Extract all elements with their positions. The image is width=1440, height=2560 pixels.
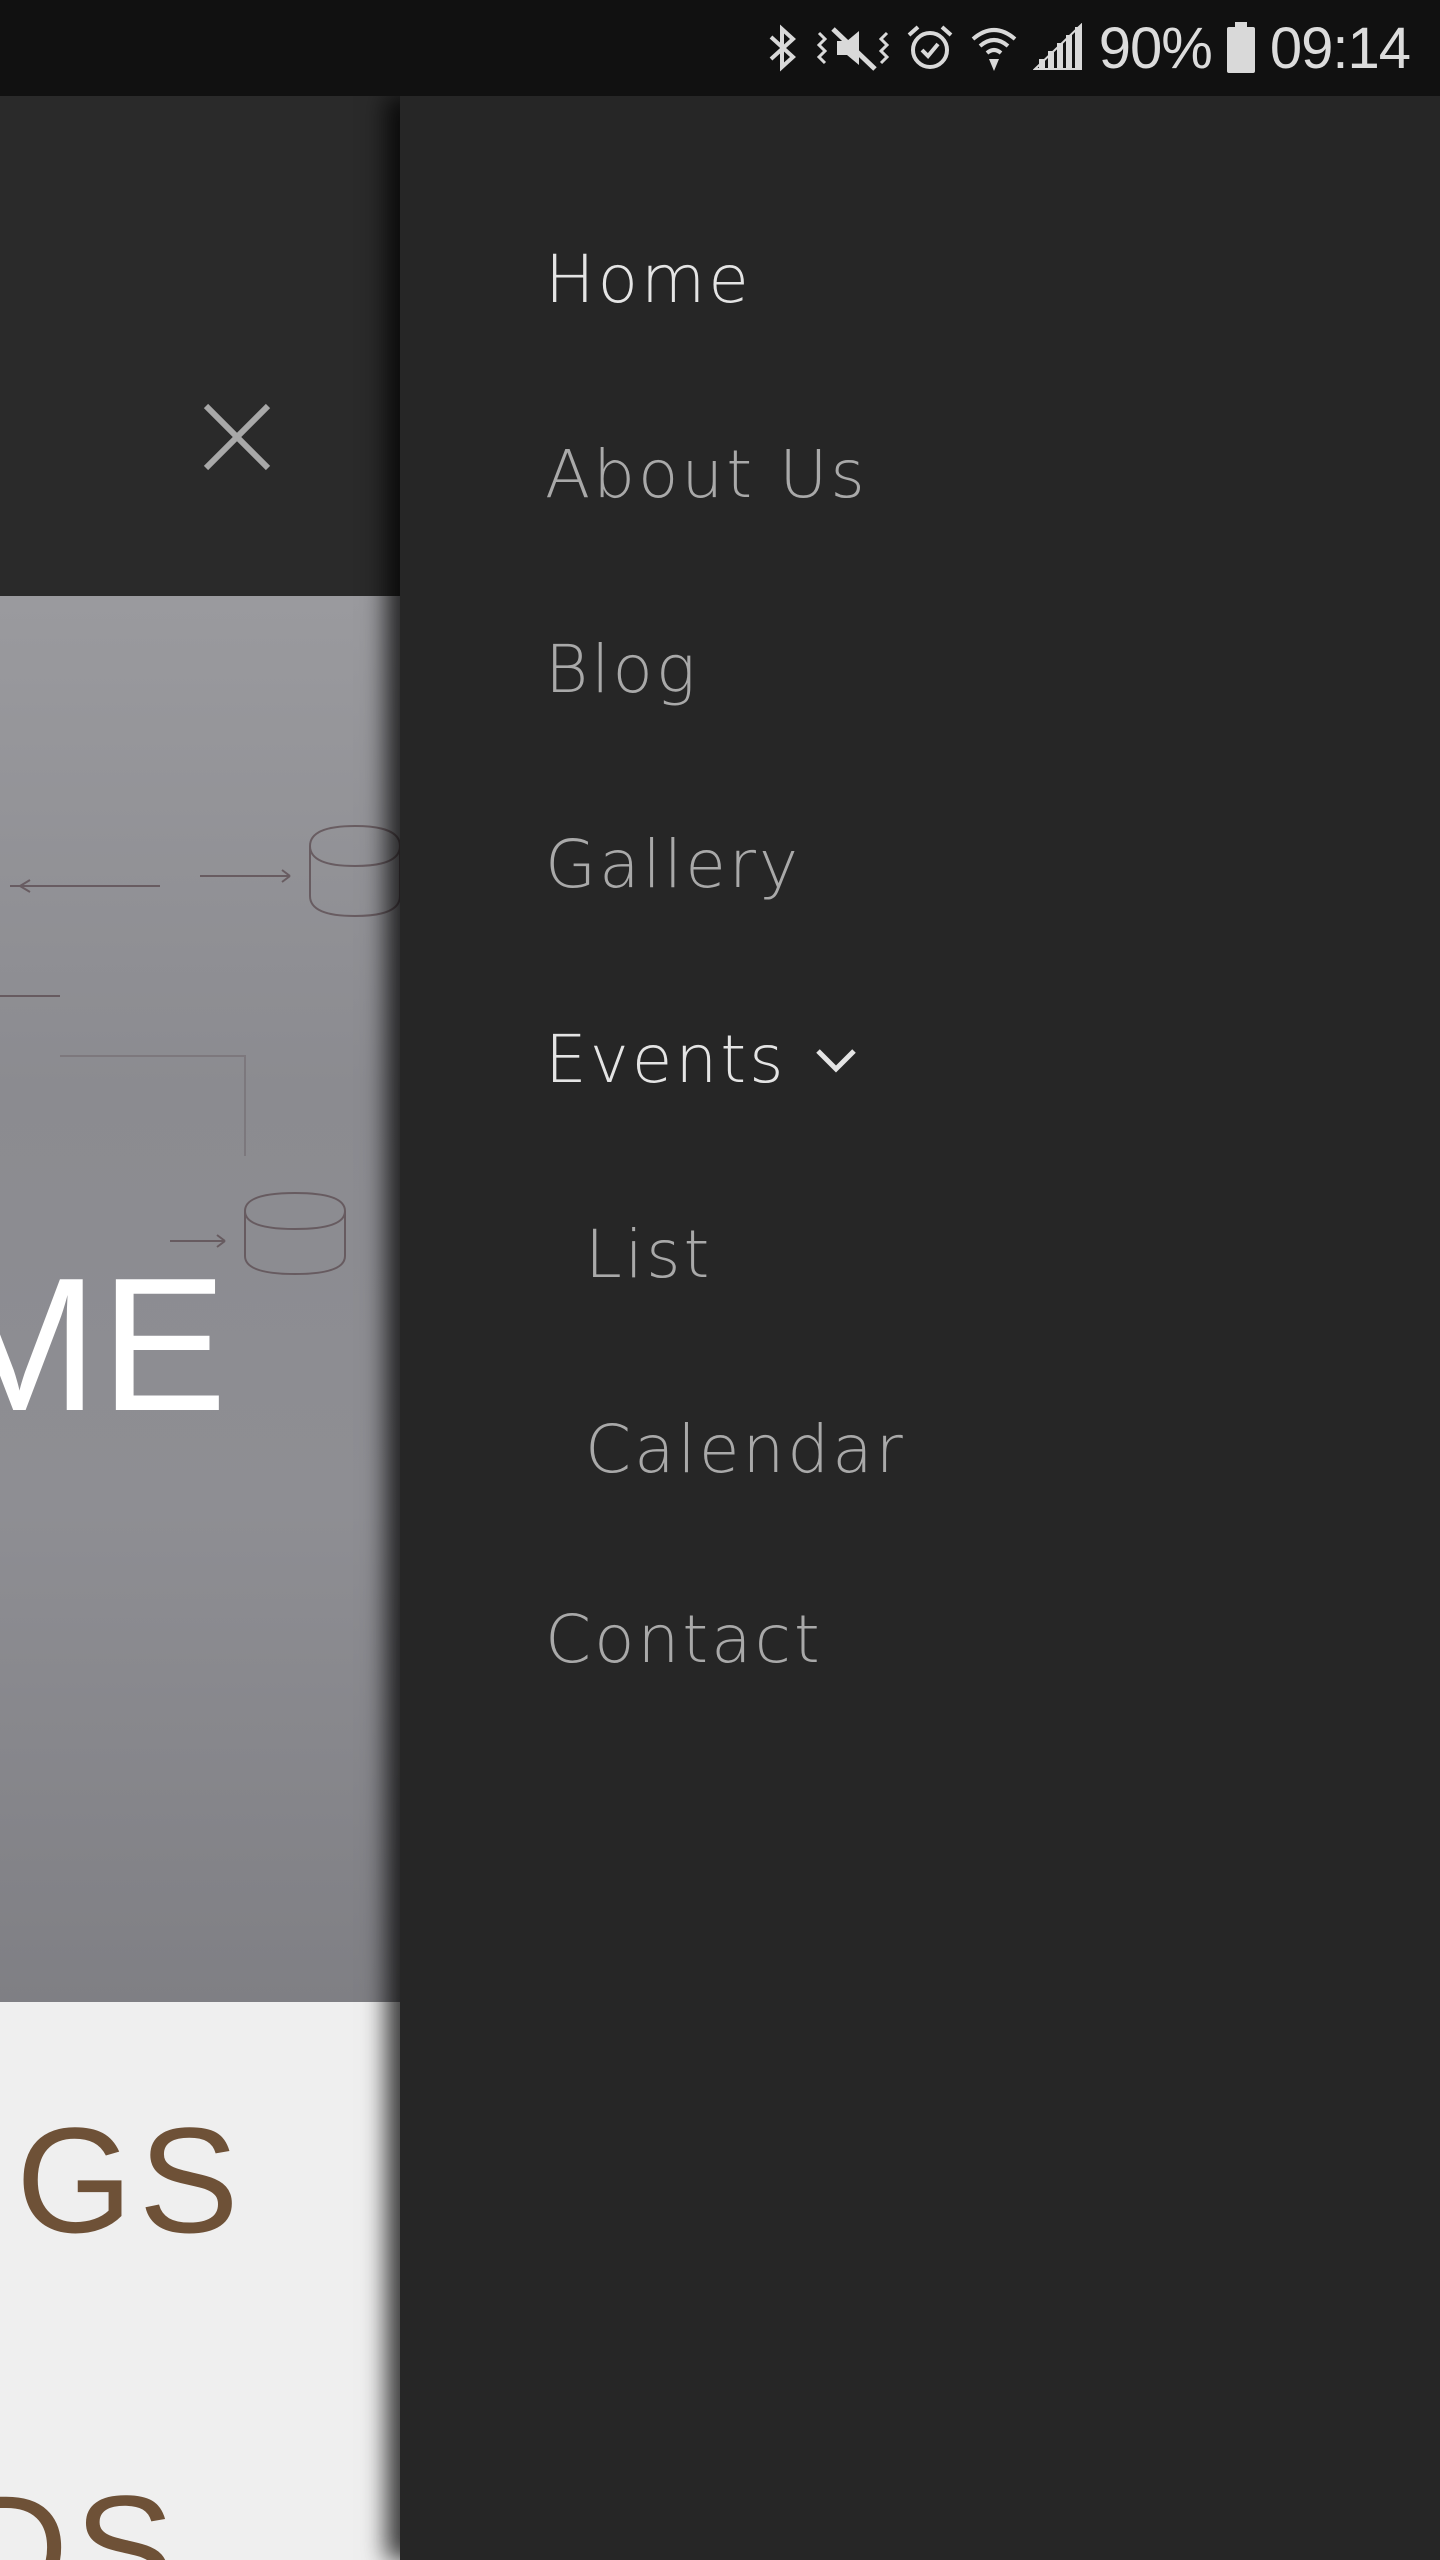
alarm-icon xyxy=(905,23,955,73)
menu-item-blog[interactable]: Blog xyxy=(545,631,699,708)
menu-item-contact[interactable]: Contact xyxy=(545,1601,823,1678)
vibrate-mute-icon xyxy=(815,23,891,73)
menu-item-label: Contact xyxy=(545,1601,823,1678)
close-icon xyxy=(203,403,271,471)
content-section: GS DS xyxy=(0,2002,400,2560)
menu-item-home[interactable]: Home xyxy=(545,241,752,318)
chevron-down-icon[interactable] xyxy=(814,1045,858,1075)
close-menu-button[interactable] xyxy=(196,396,278,478)
hero-image: ME xyxy=(0,596,400,2002)
menu-item-label: List xyxy=(585,1216,713,1293)
menu-item-label: Gallery xyxy=(545,826,802,903)
menu-item-label: Calendar xyxy=(585,1411,906,1488)
menu-item-gallery[interactable]: Gallery xyxy=(545,826,801,903)
menu-item-label: About Us xyxy=(545,436,868,513)
menu-item-about-us[interactable]: About Us xyxy=(545,436,868,513)
menu-item-label: Blog xyxy=(545,631,699,708)
signal-icon xyxy=(1032,23,1085,73)
navigation-drawer: Home About Us Blog Gallery Events List C… xyxy=(400,96,1440,2560)
wifi-icon xyxy=(969,23,1019,73)
battery-icon xyxy=(1226,22,1256,74)
submenu-item-list[interactable]: List xyxy=(585,1216,712,1293)
section-heading: GS xyxy=(16,2096,245,2264)
hero-heading: ME xyxy=(0,1239,229,1451)
menu-item-events[interactable]: Events xyxy=(545,1021,858,1098)
background-page: ME GS DS xyxy=(0,96,400,2560)
menu-item-label: Events xyxy=(545,1021,787,1098)
section-heading-2: DS xyxy=(0,2464,181,2560)
bluetooth-icon xyxy=(765,23,801,73)
submenu-item-calendar[interactable]: Calendar xyxy=(585,1411,906,1488)
clock: 09:14 xyxy=(1269,15,1411,81)
battery-percent: 90% xyxy=(1098,15,1213,81)
status-bar: 90% 09:14 xyxy=(0,0,1440,96)
menu-item-label: Home xyxy=(545,241,752,318)
page-header xyxy=(0,96,400,596)
